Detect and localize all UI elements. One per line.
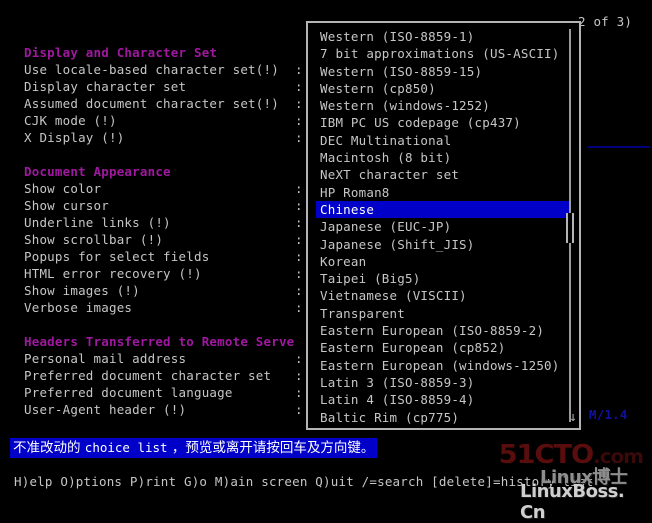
list-item[interactable]: Taipei (Big5) xyxy=(318,270,566,287)
terminal-screen: 2 of 3) M/1.4 Display and Character Set … xyxy=(0,0,652,523)
list-item[interactable]: Transparent xyxy=(318,305,566,322)
list-item[interactable]: Western (windows-1252) xyxy=(318,97,566,114)
row-colon: : xyxy=(295,96,303,111)
row-colon: : xyxy=(295,300,303,315)
form-row[interactable]: X Display (!) : xyxy=(24,129,324,146)
form-row[interactable]: Preferred document language : xyxy=(24,384,324,401)
list-item[interactable]: Latin 3 (ISO-8859-3) xyxy=(318,374,566,391)
row-label: Use locale-based character set(!) xyxy=(24,62,279,77)
row-colon: : xyxy=(295,351,303,366)
form-row[interactable]: CJK mode (!) : xyxy=(24,112,324,129)
list-item[interactable]: Latin 4 (ISO-8859-4) xyxy=(318,391,566,408)
row-label: Personal mail address xyxy=(24,351,187,366)
list-item[interactable]: Korean xyxy=(318,253,566,270)
row-label: Verbose images xyxy=(24,300,133,315)
list-item[interactable]: Eastern European (windows-1250) xyxy=(318,357,566,374)
row-label: Show cursor xyxy=(24,198,109,213)
form-row[interactable]: Popups for select fields : xyxy=(24,248,324,265)
list-item[interactable]: NeXT character set xyxy=(318,166,566,183)
list-item[interactable]: Western (cp850) xyxy=(318,80,566,97)
list-item[interactable]: 7 bit approximations (US-ASCII) xyxy=(318,45,566,62)
list-item[interactable]: Western (ISO-8859-1) xyxy=(318,28,566,45)
form-row[interactable]: HTML error recovery (!) : xyxy=(24,265,324,282)
row-label: X Display (!) xyxy=(24,130,125,145)
row-label: HTML error recovery (!) xyxy=(24,266,202,281)
row-colon: : xyxy=(295,266,303,281)
page-indicator: 2 of 3) xyxy=(578,14,633,29)
watermark-linuxboss: LinuxBoss. Cn xyxy=(520,481,625,523)
list-item[interactable]: Macintosh (8 bit) xyxy=(318,149,566,166)
list-item[interactable]: Eastern European (cp852) xyxy=(318,339,566,356)
character-set-choice-list[interactable]: Western (ISO-8859-1) 7 bit approximation… xyxy=(306,21,581,430)
list-item[interactable]: Japanese (Shift_JIS) xyxy=(318,236,566,253)
form-row[interactable]: Show images (!) : xyxy=(24,282,324,299)
list-item[interactable]: Japanese (EUC-JP) xyxy=(318,218,566,235)
status-bar: 不准改动的 choice list ，预览或离开请按回车及方向键。 xyxy=(10,438,378,458)
row-colon: : xyxy=(295,79,303,94)
list-item[interactable]: DEC Multinational xyxy=(318,132,566,149)
status-suffix: ，预览或离开请按回车及方向键。 xyxy=(167,440,375,456)
options-form: Display and Character Set Use locale-bas… xyxy=(24,44,324,418)
scroll-down-arrow-icon[interactable]: ↓ xyxy=(569,411,577,424)
row-label: CJK mode (!) xyxy=(24,113,117,128)
row-label: Display character set xyxy=(24,79,187,94)
row-colon: : xyxy=(295,249,303,264)
row-colon: : xyxy=(295,232,303,247)
row-colon: : xyxy=(295,385,303,400)
row-label: Underline links (!) xyxy=(24,215,171,230)
form-row[interactable]: Verbose images : xyxy=(24,299,324,316)
row-colon: : xyxy=(295,181,303,196)
list-item[interactable]: Vietnamese (VISCII) xyxy=(318,287,566,304)
status-prefix: 不准改动的 xyxy=(13,440,85,456)
form-row[interactable]: User-Agent header (!) : xyxy=(24,401,324,418)
list-item[interactable]: IBM PC US codepage (cp437) xyxy=(318,114,566,131)
form-row[interactable]: Show color : xyxy=(24,180,324,197)
key-command-bar: H)elp O)ptions P)rint G)o M)ain screen Q… xyxy=(14,474,594,489)
status-mono-term: choice list xyxy=(84,440,168,455)
form-row[interactable]: Show scrollbar (!) : xyxy=(24,231,324,248)
row-label: Preferred document language xyxy=(24,385,233,400)
choice-list-options: Western (ISO-8859-1) 7 bit approximation… xyxy=(316,28,571,426)
row-label: Show images (!) xyxy=(24,283,140,298)
form-row[interactable]: Preferred document character set : xyxy=(24,367,324,384)
row-colon: : xyxy=(295,130,303,145)
row-label: Show color xyxy=(24,181,102,196)
form-row[interactable]: Underline links (!) : xyxy=(24,214,324,231)
row-colon: : xyxy=(295,62,303,77)
row-colon: : xyxy=(295,215,303,230)
group-title-display-and-character-set: Display and Character Set xyxy=(24,45,218,60)
row-colon: : xyxy=(295,402,303,417)
row-colon: : xyxy=(295,198,303,213)
list-item-selected[interactable]: Chinese xyxy=(316,200,571,219)
list-item[interactable]: Baltic Rim (cp775) xyxy=(318,409,566,426)
row-label: Show scrollbar (!) xyxy=(24,232,164,247)
row-colon: : xyxy=(295,368,303,383)
form-row[interactable]: Assumed document character set(!) : xyxy=(24,95,324,112)
row-label: Preferred document character set xyxy=(24,368,272,383)
row-label: Assumed document character set(!) xyxy=(24,96,279,111)
row-label: User-Agent header (!) xyxy=(24,402,187,417)
dim-text-artifact: M/1.4 xyxy=(589,407,628,422)
form-row[interactable]: Display character set : xyxy=(24,78,324,95)
list-item[interactable]: Western (ISO-8859-15) xyxy=(318,63,566,80)
list-item[interactable]: Eastern European (ISO-8859-2) xyxy=(318,322,566,339)
row-colon: : xyxy=(295,113,303,128)
list-item[interactable]: HP Roman8 xyxy=(318,184,566,201)
form-row[interactable]: Use locale-based character set(!) : xyxy=(24,61,324,78)
form-row[interactable]: Personal mail address : xyxy=(24,350,324,367)
choice-list-scrollbar-thumb[interactable] xyxy=(566,213,574,243)
row-label: Popups for select fields xyxy=(24,249,210,264)
link-underline-artifact xyxy=(588,146,650,148)
row-colon: : xyxy=(295,283,303,298)
form-row[interactable]: Show cursor : xyxy=(24,197,324,214)
